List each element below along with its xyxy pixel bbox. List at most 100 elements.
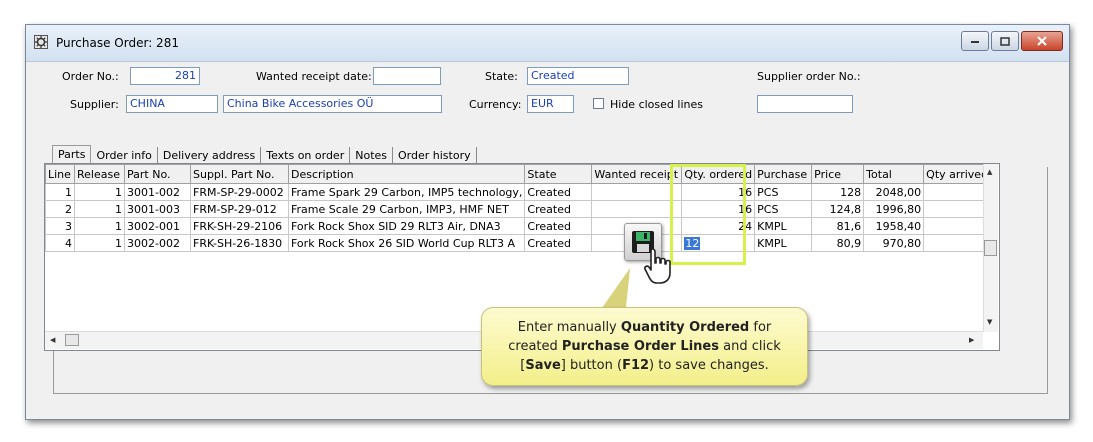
col-header-state[interactable]: State <box>524 164 593 184</box>
cell-suppl-part-no[interactable]: FRM-SP-29-012 <box>190 200 289 218</box>
cell-part-no[interactable]: 3002-001 <box>124 217 191 235</box>
cell-total[interactable]: 1996,80 <box>863 200 925 218</box>
hand-cursor-icon <box>644 248 671 284</box>
col-header-description[interactable]: Description <box>287 164 526 184</box>
wanted-receipt-field[interactable] <box>373 67 441 85</box>
cell-qty-ordered[interactable]: 16 <box>681 200 756 218</box>
cell-price[interactable]: 80,9 <box>811 234 865 252</box>
col-header-release[interactable]: Release <box>74 164 125 184</box>
order-lines-table: Line Release Part No. Suppl. Part No. De… <box>45 164 992 252</box>
close-icon <box>1037 36 1047 46</box>
minimize-button[interactable] <box>961 31 989 51</box>
cell-part-no[interactable]: 3001-003 <box>124 200 191 218</box>
cell-purchase-unit[interactable]: PCS <box>754 183 813 201</box>
cell-wanted-receipt[interactable] <box>591 183 683 201</box>
supplier-order-field[interactable] <box>757 95 853 113</box>
scroll-left-icon[interactable]: ◀ <box>50 336 55 344</box>
cell-wanted-receipt[interactable] <box>591 200 683 218</box>
cell-description[interactable]: Fork Rock Shox SID 29 RLT3 Air, DNA3 <box>287 217 526 235</box>
cell-line[interactable]: 1 <box>45 183 75 201</box>
col-header-wanted-receipt[interactable]: Wanted receipt <box>591 164 683 184</box>
col-header-qty-arrived[interactable]: Qty arrived <box>923 164 992 184</box>
cell-suppl-part-no[interactable]: FRK-SH-26-1830 <box>190 234 289 252</box>
currency-field[interactable]: EUR <box>527 95 574 113</box>
cell-line[interactable]: 4 <box>45 234 75 252</box>
cell-price[interactable]: 124,8 <box>811 200 865 218</box>
cell-suppl-part-no[interactable]: FRK-SH-29-2106 <box>190 217 289 235</box>
supplier-code-field[interactable]: CHINA <box>126 95 218 113</box>
table-row[interactable]: 4 1 3002-002 FRK-SH-26-1830 Fork Rock Sh… <box>45 234 992 252</box>
cell-purchase-unit[interactable]: PCS <box>754 200 813 218</box>
window-title: Purchase Order: 281 <box>56 36 179 50</box>
cell-release[interactable]: 1 <box>74 217 125 235</box>
state-field[interactable]: Created <box>527 67 629 85</box>
cell-description[interactable]: Frame Scale 29 Carbon, IMP3, HMF NET <box>287 200 526 218</box>
cell-price[interactable]: 81,6 <box>811 217 865 235</box>
cell-part-no[interactable]: 3001-002 <box>124 183 191 201</box>
cell-description[interactable]: Frame Spark 29 Carbon, IMP5 technology, <box>287 183 526 201</box>
horizontal-scroll-thumb[interactable] <box>65 334 79 346</box>
vertical-scroll-thumb[interactable] <box>984 240 997 256</box>
col-header-part-no[interactable]: Part No. <box>124 164 191 184</box>
cell-release[interactable]: 1 <box>74 183 125 201</box>
cell-qty-ordered[interactable]: 16 <box>681 183 756 201</box>
cell-line[interactable]: 3 <box>45 217 75 235</box>
hide-closed-checkbox[interactable] <box>593 98 604 109</box>
wanted-receipt-label: Wanted receipt date: <box>256 70 372 83</box>
maximize-button[interactable] <box>991 31 1019 51</box>
cell-qty-ordered[interactable]: 24 <box>681 217 756 235</box>
cell-line[interactable]: 2 <box>45 200 75 218</box>
title-bar[interactable]: Purchase Order: 281 <box>26 25 1069 62</box>
cell-description[interactable]: Fork Rock Shox 26 SID World Cup RLT3 A <box>287 234 526 252</box>
grid-header-row: Line Release Part No. Suppl. Part No. De… <box>45 164 992 184</box>
cell-price[interactable]: 128 <box>811 183 865 201</box>
cell-purchase-unit[interactable]: KMPL <box>754 234 813 252</box>
cell-release[interactable]: 1 <box>74 200 125 218</box>
cell-state[interactable]: Created <box>524 217 593 235</box>
hide-closed-label: Hide closed lines <box>610 98 703 111</box>
qty-ordered-edit-input[interactable]: 12 <box>684 236 701 250</box>
cell-total[interactable]: 2048,00 <box>863 183 925 201</box>
cell-qty-ordered-editing[interactable]: 12 <box>681 234 756 252</box>
callout-line-2: created Purchase Order Lines and click <box>508 339 781 354</box>
cell-state[interactable]: Created <box>524 234 593 252</box>
cell-release[interactable]: 1 <box>74 234 125 252</box>
col-header-suppl-part-no[interactable]: Suppl. Part No. <box>190 164 289 184</box>
close-button[interactable] <box>1021 31 1063 51</box>
cell-qty-arrived[interactable] <box>923 200 992 218</box>
supplier-name-field[interactable]: China Bike Accessories OÜ <box>223 95 442 113</box>
col-header-purchase[interactable]: Purchase <box>754 164 813 184</box>
maximize-icon <box>1000 36 1010 46</box>
cell-qty-arrived[interactable] <box>923 183 992 201</box>
minimize-icon <box>971 41 979 43</box>
col-header-line[interactable]: Line <box>45 164 75 184</box>
state-label: State: <box>485 70 518 83</box>
supplier-label: Supplier: <box>70 98 119 111</box>
callout-line-3: [Save] button (F12) to save changes. <box>520 358 769 373</box>
scroll-down-icon[interactable]: ▼ <box>987 318 992 326</box>
cell-purchase-unit[interactable]: KMPL <box>754 217 813 235</box>
vertical-scrollbar[interactable]: ▲ ▼ <box>983 164 998 332</box>
order-no-label: Order No.: <box>62 70 119 83</box>
currency-label: Currency: <box>469 98 522 111</box>
supplier-order-label: Supplier order No.: <box>757 70 861 83</box>
table-row[interactable]: 2 1 3001-003 FRM-SP-29-012 Frame Scale 2… <box>45 200 992 218</box>
cell-total[interactable]: 970,80 <box>863 234 925 252</box>
col-header-price[interactable]: Price <box>811 164 865 184</box>
scroll-up-icon[interactable]: ▲ <box>987 168 992 176</box>
scroll-right-icon[interactable]: ▶ <box>969 336 974 344</box>
table-row[interactable]: 1 1 3001-002 FRM-SP-29-0002 Frame Spark … <box>45 183 992 201</box>
cell-state[interactable]: Created <box>524 200 593 218</box>
order-no-field[interactable]: 281 <box>130 67 200 85</box>
col-header-total[interactable]: Total <box>863 164 925 184</box>
cell-total[interactable]: 1958,40 <box>863 217 925 235</box>
col-header-qty-ordered[interactable]: Qty. ordered <box>681 164 756 184</box>
cell-qty-arrived[interactable] <box>923 217 992 235</box>
cell-part-no[interactable]: 3002-002 <box>124 234 191 252</box>
callout-line-1: Enter manually Quantity Ordered for <box>517 320 772 335</box>
instruction-callout: Enter manually Quantity Ordered for crea… <box>481 307 808 386</box>
cell-suppl-part-no[interactable]: FRM-SP-29-0002 <box>190 183 289 201</box>
cell-qty-arrived[interactable] <box>923 234 992 252</box>
table-row[interactable]: 3 1 3002-001 FRK-SH-29-2106 Fork Rock Sh… <box>45 217 992 235</box>
cell-state[interactable]: Created <box>524 183 593 201</box>
